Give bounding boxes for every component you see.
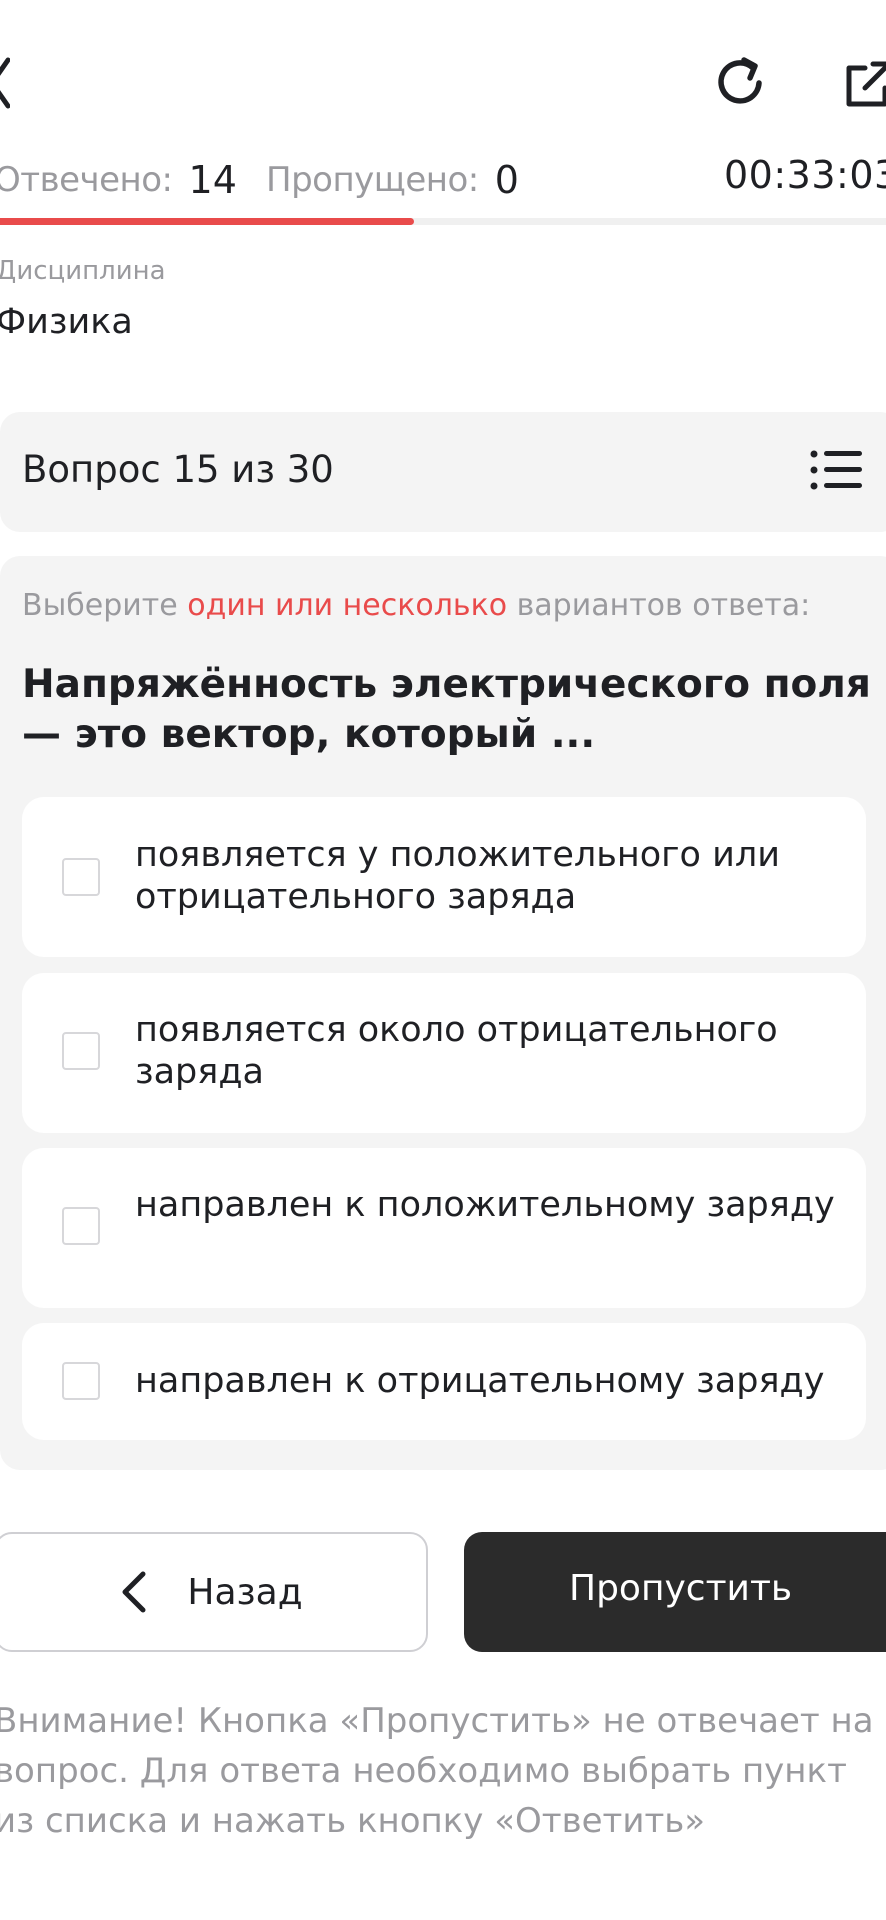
- list-icon[interactable]: [810, 449, 862, 491]
- option-label: направлен к отрицательному заряду: [135, 1361, 825, 1401]
- skip-button-label: Пропустить: [569, 1568, 793, 1609]
- question-counter-card: Вопрос 15 из 30: [0, 412, 886, 532]
- back-button[interactable]: Назад: [0, 1532, 428, 1652]
- answer-option-3[interactable]: направлен к положительному заряду: [22, 1148, 866, 1308]
- progress-fill: [0, 218, 414, 225]
- answered-value: 14: [188, 158, 237, 202]
- option-checkbox[interactable]: [62, 1032, 100, 1070]
- question-text: Напряжённость электрического поля — это …: [22, 662, 871, 757]
- test-screen: Отвечено: 14 Пропущено: 0 00:33:03 Дисци…: [0, 0, 886, 1920]
- discipline-label: Дисциплина: [0, 256, 166, 286]
- answer-option-2[interactable]: появляется около отрицательного заряда: [22, 973, 866, 1133]
- answer-instruction: Выберите один или несколько вариантов от…: [22, 588, 810, 623]
- back-button-label: Назад: [187, 1571, 303, 1613]
- progress-bar: [0, 218, 886, 225]
- external-link-icon[interactable]: [843, 58, 886, 110]
- instruction-accent: один или несколько: [187, 588, 508, 623]
- reload-icon[interactable]: [712, 53, 770, 111]
- option-checkbox[interactable]: [62, 1362, 100, 1400]
- option-checkbox[interactable]: [62, 1207, 100, 1245]
- question-counter: Вопрос 15 из 30: [22, 448, 334, 491]
- timer: 00:33:03: [724, 153, 886, 197]
- answer-option-1[interactable]: появляется у положительного или отрицате…: [22, 797, 866, 957]
- answered-counter: Отвечено: 14: [0, 155, 237, 205]
- option-label: направлен к положительному заряду: [135, 1185, 835, 1225]
- option-checkbox[interactable]: [62, 858, 100, 896]
- chevron-left-icon[interactable]: [0, 52, 10, 114]
- skipped-counter: Пропущено: 0: [266, 155, 519, 205]
- skipped-label: Пропущено:: [266, 160, 479, 200]
- option-label: появляется у положительного или отрицате…: [135, 835, 780, 917]
- option-label: появляется около отрицательного заряда: [135, 1010, 778, 1092]
- instruction-suffix: вариантов ответа:: [507, 588, 811, 623]
- answered-label: Отвечено:: [0, 160, 173, 200]
- discipline-value: Физика: [0, 302, 133, 342]
- instruction-prefix: Выберите: [22, 588, 188, 623]
- skipped-value: 0: [494, 158, 519, 202]
- skip-button[interactable]: Пропустить: [464, 1532, 886, 1652]
- skip-warning-notice: Внимание! Кнопка «Пропустить» не отвечае…: [0, 1701, 874, 1841]
- chevron-left-icon: [122, 1571, 146, 1613]
- answer-option-4[interactable]: направлен к отрицательному заряду: [22, 1323, 866, 1440]
